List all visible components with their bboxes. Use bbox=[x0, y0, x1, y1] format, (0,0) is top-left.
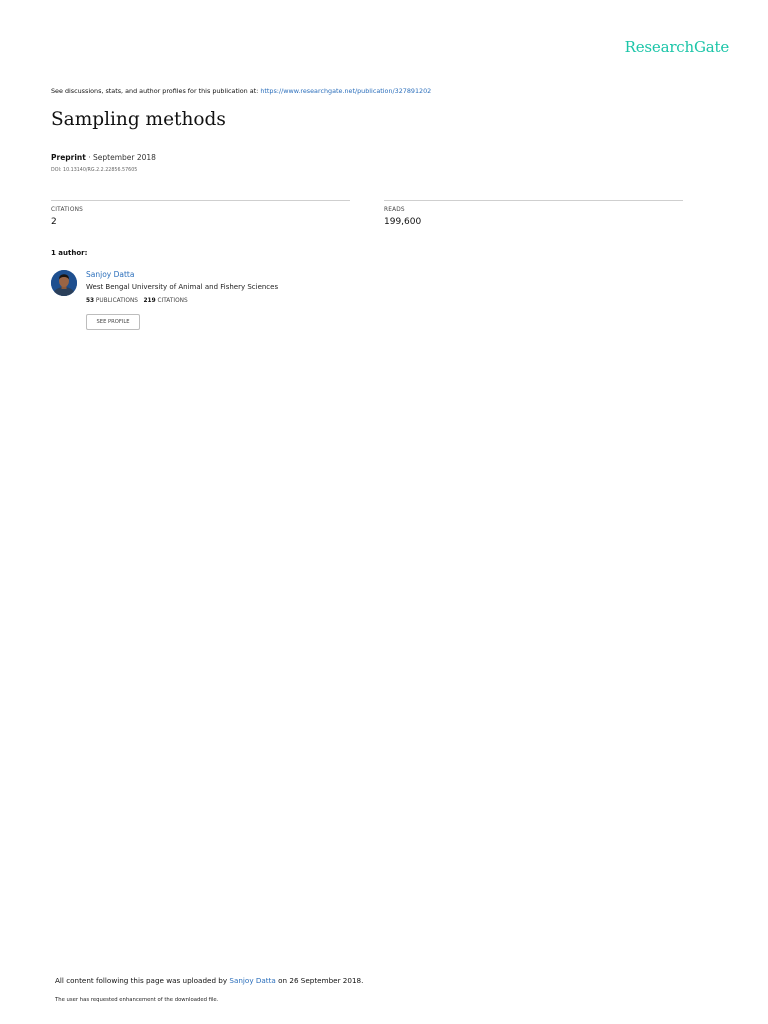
author-citations-count: 219 bbox=[143, 298, 156, 304]
author-avatar[interactable] bbox=[51, 270, 77, 296]
citations-count: 2 bbox=[51, 217, 57, 227]
citations-label: CITATIONS bbox=[51, 207, 83, 213]
author-citations-label: CITATIONS bbox=[155, 298, 188, 304]
author-stats: 53 PUBLICATIONS 219 CITATIONS bbox=[86, 298, 188, 304]
meta-separator: · bbox=[85, 153, 94, 162]
researchgate-logo[interactable]: ResearchGate bbox=[625, 38, 730, 56]
avatar-photo-icon bbox=[51, 270, 77, 296]
author-name-link[interactable]: Sanjoy Datta bbox=[86, 270, 134, 279]
publication-link[interactable]: https://www.researchgate.net/publication… bbox=[260, 87, 431, 95]
upload-suffix: on 26 September 2018. bbox=[275, 976, 364, 985]
reads-divider bbox=[384, 200, 683, 201]
enhancement-note: The user has requested enhancement of th… bbox=[55, 997, 219, 1003]
author-affiliation: West Bengal University of Animal and Fis… bbox=[86, 283, 279, 291]
uploader-link[interactable]: Sanjoy Datta bbox=[229, 976, 275, 985]
publication-doi: DOI: 10.13140/RG.2.2.22856.57605 bbox=[51, 168, 138, 173]
reads-count: 199,600 bbox=[384, 217, 422, 227]
publication-type: Preprint bbox=[51, 153, 86, 162]
citations-divider bbox=[51, 200, 350, 201]
author-publications-count: 53 bbox=[86, 298, 95, 304]
publication-meta: Preprint · September 2018 bbox=[51, 153, 156, 162]
reads-label: READS bbox=[384, 207, 405, 213]
upload-prefix: All content following this page was uplo… bbox=[55, 976, 230, 985]
publication-date: September 2018 bbox=[93, 153, 156, 162]
authors-heading: 1 author: bbox=[51, 249, 88, 257]
upload-notice: All content following this page was uplo… bbox=[55, 976, 363, 985]
see-profile-button[interactable]: SEE PROFILE bbox=[86, 314, 140, 330]
publication-title: Sampling methods bbox=[51, 109, 226, 130]
discussion-banner: See discussions, stats, and author profi… bbox=[51, 87, 431, 95]
discussion-text: See discussions, stats, and author profi… bbox=[51, 87, 261, 95]
author-publications-label: PUBLICATIONS bbox=[94, 298, 138, 304]
